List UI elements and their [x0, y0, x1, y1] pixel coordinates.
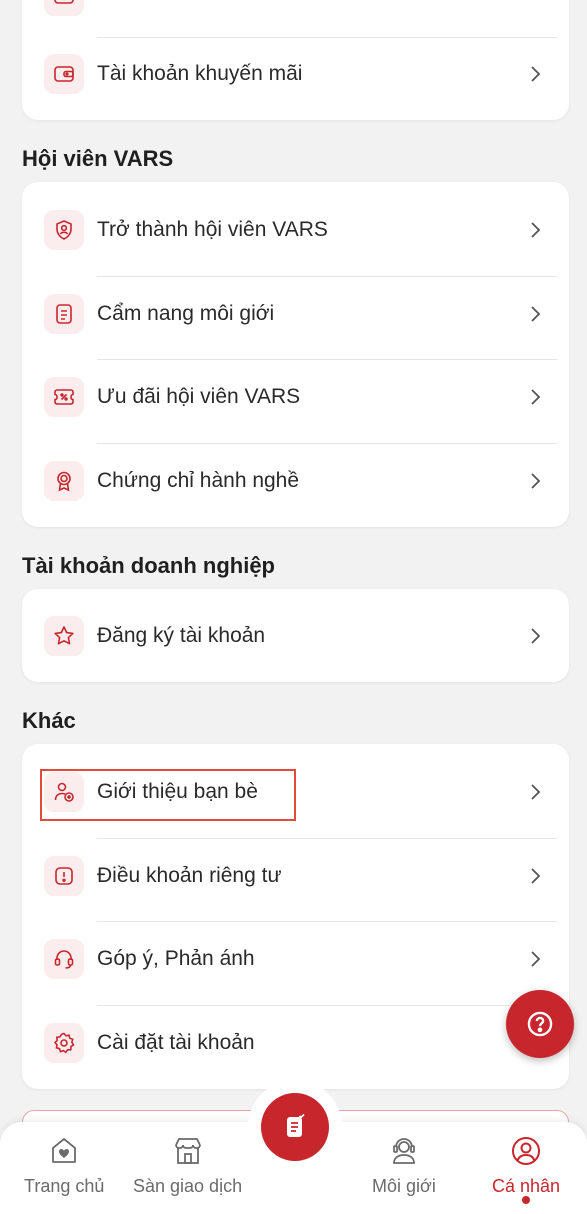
chevron-right-icon	[531, 951, 541, 967]
post-icon	[287, 1113, 305, 1137]
menu-item-handbook[interactable]: Cẩm nang môi giới	[22, 272, 569, 356]
menu-item-member-benefits[interactable]: Ưu đãi hội viên VARS	[22, 355, 569, 439]
home-icon	[52, 1138, 77, 1163]
account-card: Tài khoản khuyến mãi	[22, 0, 569, 120]
profile-icon	[512, 1137, 541, 1165]
highlight-box	[40, 769, 296, 821]
agent-icon	[393, 1138, 415, 1164]
certificate-icon	[44, 461, 84, 501]
gear-icon	[44, 1023, 84, 1063]
star-icon	[44, 616, 84, 656]
chevron-right-icon	[531, 389, 541, 405]
tab-agents[interactable]: Môi giới	[372, 1134, 436, 1197]
tab-marketplace[interactable]: Sàn giao dịch	[133, 1134, 242, 1197]
chevron-right-icon	[531, 66, 541, 82]
coupon-icon	[44, 377, 84, 417]
tab-home[interactable]: Trang chủ	[24, 1134, 104, 1197]
chevron-right-icon	[531, 306, 541, 322]
menu-item-promo-account[interactable]: Tài khoản khuyến mãi	[22, 32, 569, 116]
help-icon	[527, 1011, 553, 1037]
store-icon	[174, 1138, 201, 1164]
tab-label: Môi giới	[372, 1176, 436, 1196]
chevron-right-icon	[531, 473, 541, 489]
menu-item-label: Cẩm nang môi giới	[97, 302, 275, 325]
chevron-right-icon	[531, 868, 541, 884]
menu-item-label: Trở thành hội viên VARS	[97, 218, 328, 241]
vars-card: Trở thành hội viên VARS Cẩm nang môi giớ…	[22, 182, 569, 527]
chevron-right-icon	[531, 222, 541, 238]
tab-label: Cá nhân	[492, 1176, 561, 1196]
headset-icon	[44, 939, 84, 979]
wallet-icon	[44, 54, 84, 94]
section-title-vars: Hội viên VARS	[22, 146, 174, 171]
tab-label: Sàn giao dịch	[133, 1176, 243, 1196]
menu-item-label: Góp ý, Phản ánh	[97, 947, 255, 970]
help-fab[interactable]	[506, 990, 574, 1058]
shield-user-icon	[44, 210, 84, 250]
alert-icon	[44, 856, 84, 896]
tab-profile[interactable]: Cá nhân	[492, 1134, 560, 1197]
menu-item-label: Điều khoản riêng tư	[97, 864, 282, 887]
handbook-icon	[44, 294, 84, 334]
menu-item-feedback[interactable]: Góp ý, Phản ánh	[22, 917, 569, 1001]
menu-item-register-account[interactable]: Đăng ký tài khoản	[22, 594, 569, 678]
menu-item-privacy-terms[interactable]: Điều khoản riêng tư	[22, 834, 569, 918]
menu-item-become-member[interactable]: Trở thành hội viên VARS	[22, 188, 569, 272]
section-title-other: Khác	[22, 708, 76, 733]
menu-item-label: Tài khoản khuyến mãi	[97, 62, 303, 85]
active-tab-indicator	[522, 1196, 530, 1204]
menu-item-label: Đăng ký tài khoản	[97, 624, 266, 647]
menu-item-account-settings[interactable]: Cài đặt tài khoản	[22, 1001, 569, 1085]
section-title-business: Tài khoản doanh nghiệp	[22, 553, 275, 578]
menu-item-certificate[interactable]: Chứng chỉ hành nghề	[22, 439, 569, 523]
business-card: Đăng ký tài khoản	[22, 589, 569, 682]
wallet-top-icon	[44, 0, 84, 16]
menu-item-label: Ưu đãi hội viên VARS	[97, 385, 301, 408]
menu-item-label: Cài đặt tài khoản	[97, 1031, 255, 1054]
tab-label: Trang chủ	[24, 1176, 105, 1196]
create-post-button[interactable]	[261, 1093, 329, 1161]
chevron-right-icon	[531, 784, 541, 800]
menu-item-label: Chứng chỉ hành nghề	[97, 469, 300, 492]
chevron-right-icon	[531, 628, 541, 644]
